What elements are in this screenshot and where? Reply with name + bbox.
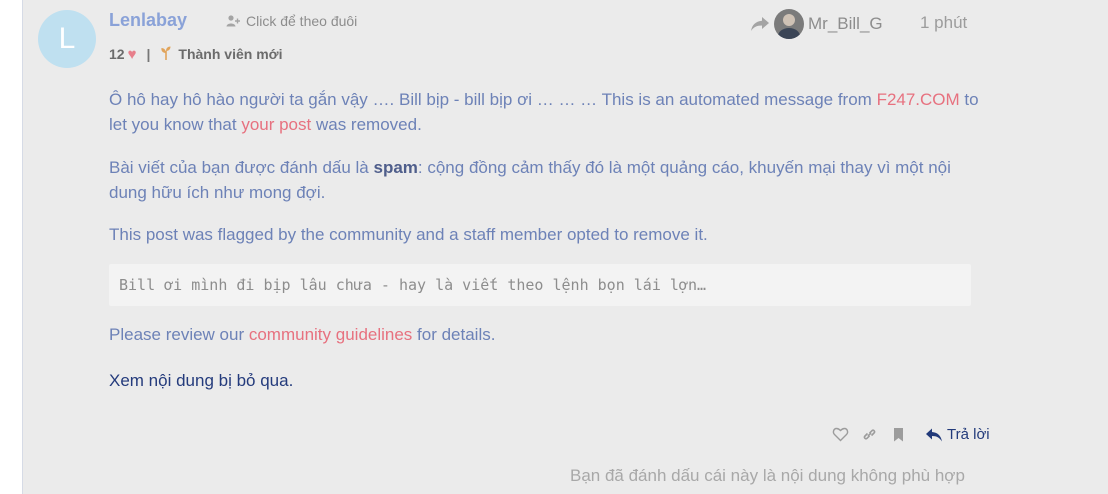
heart-icon: ♥ (127, 45, 137, 63)
reply-to-avatar (774, 9, 804, 39)
paragraph-3: This post was flagged by the community a… (109, 225, 708, 244)
view-ignored-link[interactable]: Xem nội dung bị bỏ qua. (109, 371, 293, 391)
site-link[interactable]: F247.COM (877, 90, 960, 109)
post-body: Ô hô hay hô hào người ta gắn vậy …. Bill… (109, 87, 979, 247)
sprout-icon (160, 45, 172, 63)
follow-button[interactable]: Click để theo đuôi (226, 13, 357, 29)
text: Ô hô hay hô hào người ta gắn vậy …. Bill… (109, 90, 877, 109)
user-meta: 12 ♥ | Thành viên mới (109, 45, 282, 63)
community-guidelines-link[interactable]: community guidelines (249, 325, 412, 344)
post-actions: Trả lời (832, 426, 990, 443)
likes-count: 12 (109, 46, 125, 62)
reply-button[interactable]: Trả lời (925, 426, 990, 443)
link-icon[interactable] (861, 426, 878, 443)
follow-label: Click để theo đuôi (246, 13, 358, 29)
heart-outline-icon[interactable] (832, 426, 849, 443)
text: Please review our (109, 325, 249, 344)
reply-to-username: Mr_Bill_G (808, 14, 883, 33)
text: for details. (412, 325, 496, 344)
avatar[interactable]: L (38, 10, 96, 68)
flag-notice: Bạn đã đánh dấu cái này là nội dung khôn… (570, 466, 965, 485)
reply-label: Trả lời (947, 426, 990, 443)
left-border (0, 0, 23, 494)
your-post-link[interactable]: your post (241, 115, 311, 134)
review-paragraph: Please review our community guidelines f… (109, 325, 495, 345)
user-rank: Thành viên mới (178, 46, 283, 62)
meta-separator: | (146, 46, 151, 62)
post-article: L Lenlabay Click để theo đuôi 12 ♥ | Thà… (22, 0, 1108, 494)
text: Bài viết của bạn được đánh dấu là (109, 158, 374, 177)
reply-to-link[interactable]: Mr_Bill_G (750, 9, 883, 39)
paragraph-2: Bài viết của bạn được đánh dấu là spam: … (109, 155, 979, 205)
add-user-icon (226, 15, 240, 27)
paragraph-1: Ô hô hay hô hào người ta gắn vậy …. Bill… (109, 87, 979, 137)
share-arrow-icon (751, 17, 769, 31)
username-link[interactable]: Lenlabay (109, 10, 187, 31)
quoted-content: Bill ơi mình đi bịp lâu chưa - hay là vi… (109, 264, 971, 306)
spam-label: spam (373, 158, 418, 177)
bookmark-icon[interactable] (890, 426, 907, 443)
post-time[interactable]: 1 phút (920, 13, 967, 33)
text: was removed. (311, 115, 422, 134)
reply-icon (926, 428, 942, 441)
